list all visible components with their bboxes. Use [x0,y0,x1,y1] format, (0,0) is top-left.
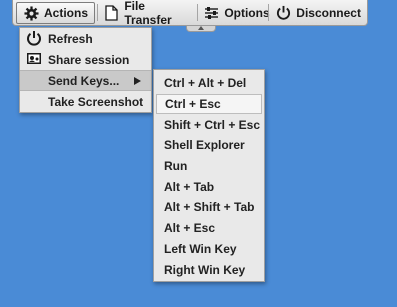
submenu-arrow-icon [134,77,141,85]
options-button[interactable]: Options [198,0,270,25]
menu-item-label: Send Keys... [48,73,120,88]
key-shift-ctrl-esc[interactable]: Shift + Ctrl + Esc [154,114,264,135]
menu-item-share-session[interactable]: Share session [20,49,151,70]
options-label: Options [224,5,270,20]
file-transfer-button[interactable]: File Transfer [98,0,197,27]
send-keys-submenu: Ctrl + Alt + Del Ctrl + Esc Shift + Ctrl… [153,69,265,282]
menu-item-label: Refresh [48,31,93,46]
key-right-win[interactable]: Right Win Key [154,259,264,280]
menu-item-refresh[interactable]: Refresh [20,28,151,49]
toolbar-collapse-tab[interactable] [186,26,216,32]
menu-item-label: Share session [48,52,130,67]
key-left-win[interactable]: Left Win Key [154,239,264,260]
actions-button[interactable]: Actions [16,2,96,24]
file-transfer-label: File Transfer [124,0,172,27]
key-alt-esc[interactable]: Alt + Esc [154,218,264,239]
actions-menu: Refresh Share session Send Keys... Take … [19,27,152,113]
key-ctrl-esc[interactable]: Ctrl + Esc [156,93,262,115]
share-session-icon [26,51,42,67]
key-shell-explorer[interactable]: Shell Explorer [154,135,264,156]
menu-item-label: Take Screenshot [48,94,144,109]
key-run[interactable]: Run [154,156,264,177]
key-ctrl-alt-del[interactable]: Ctrl + Alt + Del [154,73,264,94]
document-icon [104,4,119,21]
disconnect-label: Disconnect [296,5,361,20]
power-icon [275,5,291,21]
remote-session-toolbar: Actions File Transfer Options Disconnect [12,0,368,27]
gear-icon [23,5,39,21]
disconnect-button[interactable]: Disconnect [269,0,367,25]
key-alt-tab[interactable]: Alt + Tab [154,176,264,197]
actions-label: Actions [44,6,89,20]
power-icon [26,30,42,46]
sliders-icon [204,5,219,21]
key-alt-shift-tab[interactable]: Alt + Shift + Tab [154,197,264,218]
menu-item-send-keys[interactable]: Send Keys... [20,70,151,91]
menu-item-take-screenshot[interactable]: Take Screenshot [20,91,151,112]
